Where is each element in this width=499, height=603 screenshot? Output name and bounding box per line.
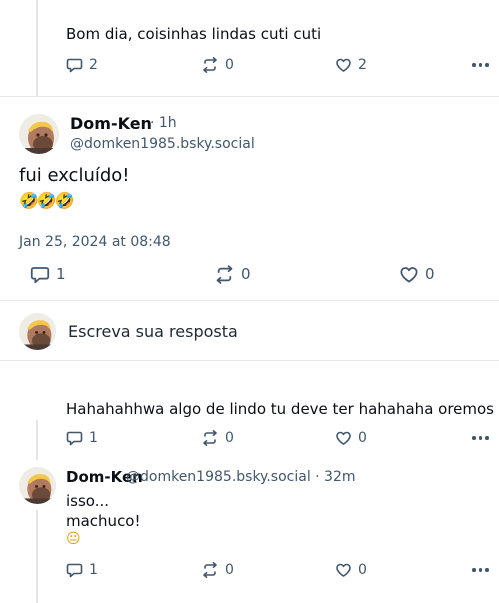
composer-avatar	[19, 313, 56, 350]
top-reply-actions: 2 0 2	[0, 55, 499, 75]
like-button[interactable]: 0	[399, 264, 435, 284]
repost-count: 0	[225, 57, 234, 73]
repost-count: 0	[225, 562, 234, 578]
speech-bubble-icon	[66, 431, 83, 446]
like-button[interactable]: 0	[335, 428, 367, 448]
avatar-image	[19, 313, 56, 350]
reply-2-actions: 1 0 0	[0, 560, 499, 580]
avatar[interactable]	[19, 467, 56, 504]
reply-count: 1	[89, 430, 98, 446]
repost-count: 0	[241, 265, 251, 283]
post-text: fui excluído!	[19, 165, 130, 186]
repost-arrows-icon	[216, 264, 233, 284]
post-timestamp[interactable]: Jan 25, 2024 at 08:48	[19, 234, 171, 250]
like-count: 0	[358, 430, 367, 446]
repost-count: 0	[225, 430, 234, 446]
reply-text-line-1: isso...	[66, 492, 110, 510]
heart-icon	[336, 431, 351, 445]
more-options-button[interactable]	[472, 55, 489, 75]
reply-composer-prompt[interactable]: Escreva sua resposta	[68, 322, 238, 341]
repost-button[interactable]: 0	[201, 428, 234, 448]
repost-button[interactable]: 0	[201, 560, 234, 580]
more-dots-icon	[472, 436, 476, 440]
thread-line-top	[36, 0, 38, 96]
divider	[0, 300, 499, 301]
repost-arrows-icon	[203, 562, 217, 578]
avatar-image	[19, 467, 56, 504]
more-dots-icon	[472, 63, 476, 67]
repost-button[interactable]: 0	[201, 55, 234, 75]
like-count: 0	[358, 562, 367, 578]
speech-bubble-icon	[30, 266, 50, 283]
repost-button[interactable]: 0	[214, 264, 251, 284]
author-handle[interactable]: @domken1985.bsky.social	[70, 136, 255, 152]
reply-count: 1	[56, 265, 66, 283]
heart-icon	[336, 563, 351, 577]
avatar-image	[19, 114, 59, 154]
heart-icon	[400, 266, 418, 282]
reply-meta[interactable]: @domken1985.bsky.social · 32m	[126, 469, 356, 485]
post-emoji: 🤣🤣🤣	[19, 191, 75, 210]
reply-emoji: 😐	[66, 531, 81, 547]
like-button[interactable]: 2	[335, 55, 367, 75]
thread-line	[36, 510, 38, 603]
like-button[interactable]: 0	[335, 560, 367, 580]
speech-bubble-icon	[66, 58, 83, 73]
reply-text: Hahahahhwa algo de lindo tu deve ter hah…	[66, 400, 494, 418]
reply-button[interactable]: 2	[66, 55, 98, 75]
main-post-actions: 1 0 0	[0, 264, 499, 284]
repost-arrows-icon	[203, 57, 217, 73]
avatar[interactable]	[19, 114, 59, 154]
more-options-button[interactable]	[472, 428, 489, 448]
like-count: 2	[358, 57, 367, 73]
reply-button[interactable]: 1	[66, 428, 98, 448]
like-count: 0	[425, 265, 435, 283]
reply-text: Bom dia, coisinhas lindas cuti cuti	[66, 25, 322, 43]
post-time[interactable]: · 1h	[150, 115, 177, 131]
heart-icon	[336, 58, 351, 72]
author-name[interactable]: Dom-Ken	[70, 114, 152, 133]
more-options-button[interactable]	[472, 560, 489, 580]
reply-count: 1	[89, 562, 98, 578]
more-dots-icon	[472, 568, 476, 572]
reply-button[interactable]: 1	[66, 560, 98, 580]
divider	[0, 96, 499, 97]
reply-text-line-2: machuco!	[66, 512, 141, 530]
repost-arrows-icon	[203, 430, 217, 446]
speech-bubble-icon	[66, 563, 83, 578]
reply-1-actions: 1 0 0	[0, 428, 499, 448]
divider	[0, 360, 499, 361]
reply-button[interactable]: 1	[30, 264, 66, 284]
reply-count: 2	[89, 57, 98, 73]
